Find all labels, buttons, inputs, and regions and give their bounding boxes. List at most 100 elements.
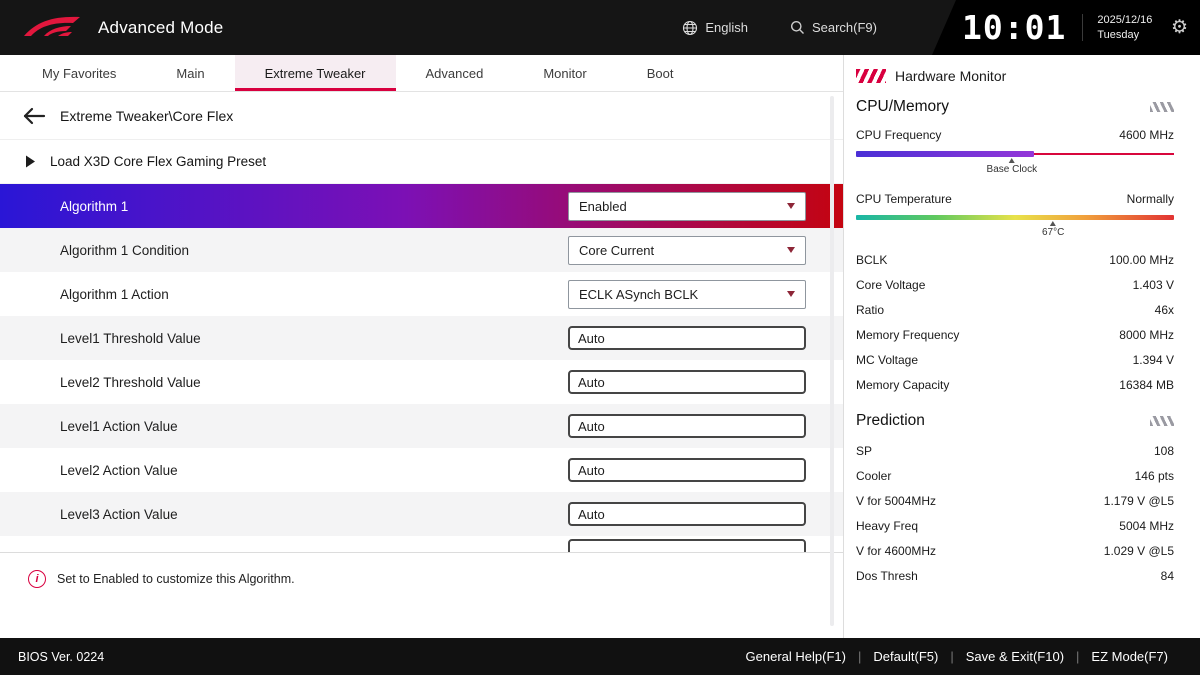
search-button[interactable]: Search(F9) [790,20,877,35]
tab-extreme-tweaker[interactable]: Extreme Tweaker [235,55,396,91]
setting-row-algorithm-1-action[interactable]: Algorithm 1 Action ECLK ASynch BCLK [0,272,843,316]
setting-row-level2-action[interactable]: Level2 Action Value [0,448,843,492]
tab-label: Main [176,66,204,81]
chevron-down-icon [787,291,795,297]
hardware-monitor-header: Hardware Monitor [844,55,1200,93]
left-column: My Favorites Main Extreme Tweaker Advanc… [0,55,843,638]
setting-row-level3-action[interactable]: Level3 Action Value [0,492,843,536]
stat-row-memory-capacity: Memory Capacity 16384 MB [844,372,1200,397]
level2-action-input[interactable] [568,458,806,482]
dropdown-value: Enabled [579,199,627,214]
tab-bar: My Favorites Main Extreme Tweaker Advanc… [0,55,843,92]
globe-icon [682,20,698,36]
hardware-monitor-title: Hardware Monitor [895,68,1006,84]
stat-row-ratio: Ratio 46x [844,297,1200,322]
setting-label: Algorithm 1 Condition [60,243,189,258]
stat-value: 5004 MHz [1119,519,1174,533]
section-title-text: Prediction [856,412,925,430]
stat-row-heavy-freq: Heavy Freq 5004 MHz [844,513,1200,538]
stat-row-mc-voltage: MC Voltage 1.394 V [844,347,1200,372]
top-bar: Advanced Mode English Search(F9) 10:01 2… [0,0,1200,55]
general-help-button[interactable]: General Help(F1) [734,649,858,664]
setting-label: Algorithm 1 Action [60,287,169,302]
stat-row-v-4600: V for 4600MHz 1.029 V @L5 [844,538,1200,563]
expand-triangle-icon [24,154,37,169]
algorithm-1-condition-dropdown[interactable]: Core Current [568,236,806,265]
stat-label: BCLK [856,253,887,267]
tab-boot[interactable]: Boot [617,55,704,91]
clock-block: 10:01 2025/12/16 Tuesday [932,0,1200,55]
stat-value: 1.403 V [1133,278,1174,292]
default-button[interactable]: Default(F5) [861,649,950,664]
stat-value: 8000 MHz [1119,328,1174,342]
stat-label: Memory Capacity [856,378,949,392]
help-text: Set to Enabled to customize this Algorit… [57,570,295,586]
breadcrumb: Extreme Tweaker\Core Flex [0,92,843,140]
tab-label: Extreme Tweaker [265,66,366,81]
stat-label: Dos Thresh [856,569,918,583]
temperature-marker-label: 67°C [1042,227,1064,238]
level2-threshold-input[interactable] [568,370,806,394]
tab-advanced[interactable]: Advanced [396,55,514,91]
level1-threshold-input[interactable] [568,326,806,350]
partial-input[interactable] [568,539,806,552]
cpu-temperature-label: CPU Temperature [856,192,952,206]
section-hatch-icon [1150,102,1174,112]
stat-value: 108 [1154,444,1174,458]
stat-row-cooler: Cooler 146 pts [844,463,1200,488]
breadcrumb-text: Extreme Tweaker\Core Flex [60,108,233,124]
load-preset-item[interactable]: Load X3D Core Flex Gaming Preset [0,140,843,184]
stat-label: MC Voltage [856,353,918,367]
setting-row-algorithm-1[interactable]: Algorithm 1 Enabled [0,184,843,228]
setting-label: Level1 Threshold Value [60,331,201,346]
prediction-section-title: Prediction [844,407,1200,438]
stat-label: Ratio [856,303,884,317]
stat-row-core-voltage: Core Voltage 1.403 V [844,272,1200,297]
stat-value: 1.394 V [1133,353,1174,367]
search-icon [790,20,805,35]
setting-row-level1-action[interactable]: Level1 Action Value [0,404,843,448]
stat-row-sp: SP 108 [844,438,1200,463]
save-exit-button[interactable]: Save & Exit(F10) [954,649,1076,664]
algorithm-1-action-dropdown[interactable]: ECLK ASynch BCLK [568,280,806,309]
cpu-frequency-value: 4600 MHz [1119,128,1174,142]
prediction-section: Prediction SP 108 Cooler 146 pts V for 5… [844,407,1200,588]
tab-my-favorites[interactable]: My Favorites [12,55,146,91]
dropdown-value: Core Current [579,243,654,258]
stat-row-v-5004: V for 5004MHz 1.179 V @L5 [844,488,1200,513]
cpu-frequency-label: CPU Frequency [856,128,941,142]
chevron-down-icon [787,247,795,253]
stat-label: SP [856,444,872,458]
settings-panel: Extreme Tweaker\Core Flex Load X3D Core … [0,92,843,638]
stat-row-memory-frequency: Memory Frequency 8000 MHz [844,322,1200,347]
tab-monitor[interactable]: Monitor [513,55,616,91]
stat-value: 146 pts [1135,469,1174,483]
stat-row-dos-thresh: Dos Thresh 84 [844,563,1200,588]
level1-action-input[interactable] [568,414,806,438]
cpu-frequency-fill [856,151,1034,157]
dropdown-value: ECLK ASynch BCLK [579,287,698,302]
preset-label: Load X3D Core Flex Gaming Preset [50,154,266,169]
cpu-frequency-marker: Base Clock [987,158,1038,175]
help-area: Set to Enabled to customize this Algorit… [0,552,843,638]
stat-label: Core Voltage [856,278,925,292]
content-area: My Favorites Main Extreme Tweaker Advanc… [0,55,1200,638]
scrollbar[interactable] [830,96,834,626]
bios-version: BIOS Ver. 0224 [18,650,104,664]
stat-label: V for 4600MHz [856,544,936,558]
section-title-text: CPU/Memory [856,98,949,116]
stat-value: 100.00 MHz [1109,253,1174,267]
level3-action-input[interactable] [568,502,806,526]
setting-row-algorithm-1-condition[interactable]: Algorithm 1 Condition Core Current [0,228,843,272]
search-label: Search(F9) [812,20,877,35]
setting-row-level1-threshold[interactable]: Level1 Threshold Value [0,316,843,360]
language-selector[interactable]: English [682,20,748,36]
base-clock-marker-label: Base Clock [987,164,1038,175]
tab-main[interactable]: Main [146,55,234,91]
algorithm-1-dropdown[interactable]: Enabled [568,192,806,221]
back-arrow-icon[interactable] [22,107,46,125]
setting-row-partial [0,536,843,552]
ez-mode-button[interactable]: EZ Mode(F7) [1079,649,1180,664]
gear-icon[interactable] [1171,16,1188,39]
setting-row-level2-threshold[interactable]: Level2 Threshold Value [0,360,843,404]
